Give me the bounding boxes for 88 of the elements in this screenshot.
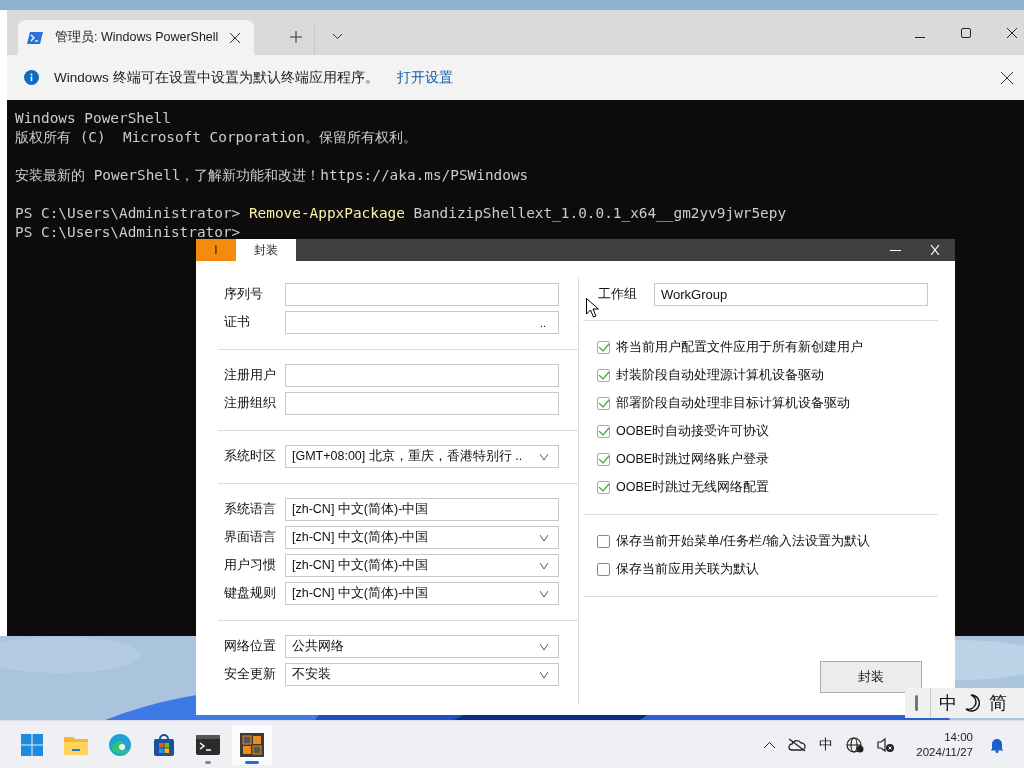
chevron-icon — [540, 671, 548, 678]
chevron-icon — [540, 453, 548, 460]
dialog-tab[interactable]: I — [196, 239, 236, 261]
tab-title: 管理员: Windows PowerShell — [55, 29, 219, 46]
field-label: 界面语言 — [223, 529, 277, 546]
field-label: 网络位置 — [223, 638, 277, 655]
open-settings-link[interactable]: 打开设置 — [396, 68, 453, 87]
clock-date[interactable]: 2024/11/27 — [916, 744, 973, 760]
chevron-up-icon[interactable] — [764, 741, 776, 748]
cloud-off-icon[interactable] — [788, 737, 807, 752]
chevron-icon — [540, 590, 548, 597]
dialog-tab[interactable]: 封装 — [236, 239, 296, 261]
pack-button[interactable]: 封装 — [820, 661, 922, 693]
field-label: 安全更新 — [223, 666, 277, 683]
command-argument: BandizipShellext_1.0.0.1_x64__gm2yv9jwr5epy — [413, 205, 787, 221]
cursor-icon — [586, 298, 599, 318]
field-label: 系统时区 — [223, 448, 277, 465]
checkbox-label: OOBE时跳过网络账户登录 — [616, 451, 770, 468]
checkbox[interactable] — [597, 535, 610, 548]
console-line: Windows PowerShell — [15, 110, 171, 126]
charset-toggle[interactable]: 简 — [989, 691, 1007, 715]
command-text: Remove-AppxPackage — [248, 205, 405, 221]
console-line: 版权所有 (C) Microsoft Corporation。保留所有权利。 — [15, 129, 417, 145]
checkbox[interactable] — [597, 453, 610, 466]
info-message: Windows 终端可在设置中设置为默认终端应用程序。 — [54, 68, 379, 87]
globe-icon[interactable] — [846, 736, 865, 753]
checkbox-label: 将当前用户配置文件应用于所有新创建用户 — [616, 339, 863, 356]
clock-time[interactable]: 14:00 — [944, 729, 973, 745]
field-label: 证书 — [223, 314, 251, 331]
prompt-text: PS C:\Users\Administrator> — [15, 205, 241, 221]
chevron-icon — [540, 534, 548, 541]
checkbox-label: 保存当前应用关联为默认 — [616, 561, 759, 578]
terminal-tab[interactable]: 管理员: Windows PowerShell — [18, 20, 255, 55]
taskbar-app[interactable] — [232, 724, 272, 765]
app-icon — [240, 732, 264, 757]
text-field[interactable]: [zh-CN] 中文(简体)-中国 — [285, 498, 559, 521]
checkbox-label: OOBE时跳过无线网络配置 — [616, 479, 770, 496]
speaker-muted-icon[interactable] — [877, 736, 896, 753]
dropdown-field[interactable]: [zh-CN] 中文(简体)-中国 — [285, 526, 559, 549]
input-mode-toggle[interactable]: 中 — [939, 691, 957, 715]
checkbox-label: OOBE时自动接受许可协议 — [616, 423, 770, 440]
text-field[interactable]: WorkGroup — [654, 283, 928, 306]
checkbox[interactable] — [597, 397, 610, 410]
windows-icon — [21, 733, 43, 756]
file-field[interactable]: .. — [285, 311, 559, 334]
dropdown-field[interactable]: 不安装 — [285, 663, 559, 686]
close-icon[interactable] — [1001, 71, 1013, 84]
dropdown-icon[interactable] — [333, 34, 343, 39]
dropdown-field[interactable]: [zh-CN] 中文(简体)-中国 — [285, 582, 559, 605]
moon-icon[interactable] — [965, 694, 981, 712]
folder-icon — [64, 734, 88, 755]
chevron-icon — [540, 643, 548, 650]
checkbox[interactable] — [597, 425, 610, 438]
close-icon[interactable] — [230, 32, 241, 43]
powershell-icon — [27, 30, 43, 45]
text-field[interactable] — [285, 283, 559, 306]
terminal-icon — [196, 734, 220, 755]
checkbox[interactable] — [597, 341, 610, 354]
field-label: 键盘规则 — [223, 585, 277, 602]
bell-icon[interactable] — [990, 736, 1004, 753]
info-icon — [24, 70, 39, 85]
dropdown-field[interactable]: [zh-CN] 中文(简体)-中国 — [285, 554, 559, 577]
store-icon — [153, 733, 175, 756]
new-tab-icon[interactable] — [290, 31, 303, 43]
checkbox[interactable] — [597, 369, 610, 382]
console-line: 安装最新的 PowerShell，了解新功能和改进！https://aka.ms/PSWindows — [15, 167, 529, 183]
checkbox-label: 封装阶段自动处理源计算机设备驱动 — [616, 367, 824, 384]
checkbox-label: 部署阶段自动处理非目标计算机设备驱动 — [616, 395, 850, 412]
close-icon[interactable] — [1007, 28, 1017, 38]
text-field[interactable] — [285, 364, 559, 387]
dropdown-field[interactable]: 公共网络 — [285, 635, 559, 658]
browser-icon — [109, 733, 131, 756]
field-label: 用户习惯 — [223, 557, 277, 574]
grip-handle[interactable] — [915, 695, 918, 711]
field-label: 系统语言 — [223, 501, 277, 518]
field-label: 注册用户 — [223, 367, 277, 384]
checkbox[interactable] — [597, 563, 610, 576]
checkbox[interactable] — [597, 481, 610, 494]
field-label: 注册组织 — [223, 395, 277, 412]
field-label: 工作组 — [597, 286, 638, 303]
field-label: 序列号 — [223, 286, 264, 303]
dropdown-field[interactable]: [GMT+08:00] 北京，重庆，香港特别行 .. — [285, 445, 559, 468]
chevron-icon — [540, 562, 548, 569]
checkbox-label: 保存当前开始菜单/任务栏/输入法设置为默认 — [616, 533, 870, 550]
prompt-text: PS C:\Users\Administrator> — [15, 224, 241, 240]
text-field[interactable] — [285, 392, 559, 415]
maximize-icon[interactable] — [961, 28, 971, 38]
input-method-indicator[interactable]: 中 — [819, 735, 834, 754]
